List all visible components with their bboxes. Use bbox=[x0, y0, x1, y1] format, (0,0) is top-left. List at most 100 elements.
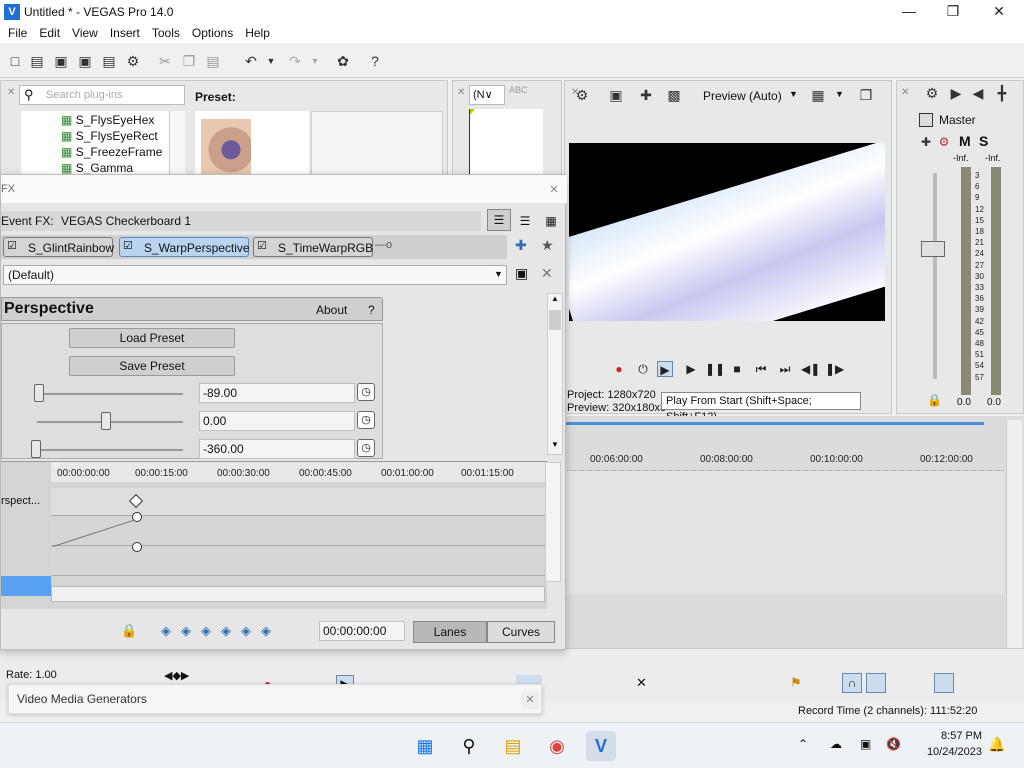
video-fx-icon[interactable]: ▩ bbox=[665, 86, 683, 104]
menu-view[interactable]: View bbox=[66, 24, 104, 43]
redo-dropdown-icon[interactable]: ▼ bbox=[306, 52, 324, 70]
master-select-icon[interactable] bbox=[919, 113, 933, 127]
vegas-taskbar-icon[interactable]: V bbox=[586, 731, 616, 761]
network-icon[interactable]: ☁ bbox=[830, 737, 842, 751]
keyframe-point[interactable] bbox=[132, 542, 142, 552]
plugin-item[interactable]: ▦ S_FlysEyeRect bbox=[61, 129, 158, 143]
plugin-search-input[interactable]: Search plug-ins bbox=[46, 89, 122, 101]
save-preset-button[interactable]: Save Preset bbox=[69, 356, 235, 376]
stop-button[interactable]: ■ bbox=[729, 361, 745, 377]
menu-tools[interactable]: Tools bbox=[146, 24, 186, 43]
cut-icon[interactable]: ✂ bbox=[156, 52, 174, 70]
delete-icon[interactable]: ✕ bbox=[636, 675, 647, 691]
auto-crossfade-icon[interactable] bbox=[866, 673, 886, 693]
param-slider-thumb[interactable] bbox=[33, 384, 44, 402]
go-to-start-button[interactable]: ⏮ bbox=[753, 361, 769, 377]
restore-button[interactable]: ❐ bbox=[930, 0, 976, 24]
volume-muted-icon[interactable]: 🔇 bbox=[886, 737, 901, 751]
checkbox-icon[interactable]: ☑ bbox=[257, 239, 267, 252]
checkbox-icon[interactable]: ☑ bbox=[7, 239, 17, 252]
lock-keyframes-icon[interactable]: 🔒 bbox=[121, 623, 137, 639]
new-icon[interactable]: □ bbox=[6, 52, 24, 70]
show-hidden-icons-icon[interactable]: ⌃ bbox=[798, 737, 808, 751]
chain-item-time-warp-rgb[interactable]: ☑ S_TimeWarpRGB bbox=[253, 237, 373, 257]
overlays-chevron-icon[interactable]: ▼ bbox=[835, 89, 844, 99]
start-windows-icon[interactable]: ▦ bbox=[410, 731, 440, 761]
param-slider-thumb[interactable] bbox=[31, 440, 41, 458]
keyframe-track-label[interactable]: rspect... bbox=[1, 488, 51, 516]
master-solo-button[interactable]: S bbox=[979, 133, 988, 149]
properties-gear-icon[interactable]: ⚙ bbox=[124, 52, 142, 70]
display-icon[interactable]: ▣ bbox=[860, 737, 871, 751]
trimmer-view[interactable] bbox=[469, 109, 543, 181]
copy-icon[interactable]: ❐ bbox=[180, 52, 198, 70]
plugin-help-button[interactable]: ? bbox=[368, 303, 375, 317]
lanes-button[interactable]: Lanes bbox=[413, 621, 487, 643]
param-value-field[interactable]: -360.00 bbox=[199, 439, 355, 459]
panel-close-icon[interactable]: ✕ bbox=[7, 87, 15, 98]
clock-date[interactable]: 10/24/2023 bbox=[912, 746, 982, 758]
save-as-icon[interactable]: ▣ bbox=[76, 52, 94, 70]
close-button[interactable]: ✕ bbox=[976, 0, 1022, 24]
minimize-button[interactable]: — bbox=[886, 0, 932, 24]
add-fx-icon[interactable]: ✚ bbox=[515, 237, 527, 254]
keyframe-horizontal-scrollbar[interactable] bbox=[51, 586, 545, 602]
dim-output-icon[interactable]: ◀ bbox=[969, 84, 987, 102]
master-mute-button[interactable]: M bbox=[959, 133, 971, 149]
plugin-vertical-scrollbar[interactable]: ▲ ▼ bbox=[547, 293, 563, 455]
animate-clock-icon[interactable]: ◷ bbox=[357, 411, 375, 429]
fader-lock-icon[interactable]: 🔒 bbox=[927, 393, 942, 407]
downmix-icon[interactable]: ▶ bbox=[947, 84, 965, 102]
curves-button[interactable]: Curves bbox=[487, 621, 555, 643]
trimmer-combo[interactable]: (N∨ bbox=[469, 85, 505, 105]
master-fx-gear-icon[interactable]: ⚙ bbox=[935, 133, 953, 151]
keyframe-lane[interactable] bbox=[51, 548, 545, 576]
keyframe-navigation-icons[interactable]: ◈◈◈◈◈◈ bbox=[161, 623, 281, 639]
plug-in-manager-icon[interactable]: ✿ bbox=[334, 52, 352, 70]
preset-dropdown[interactable]: (Default) ▼ bbox=[3, 265, 507, 285]
menu-help[interactable]: Help bbox=[239, 24, 276, 43]
plugin-item[interactable]: ▦ S_Gamma bbox=[61, 161, 133, 175]
chrome-icon[interactable]: ◉ bbox=[542, 731, 572, 761]
rate-slider-icon[interactable]: ◀◆▶ bbox=[164, 669, 189, 682]
plugin-search-box[interactable]: ⚲ Search plug-ins bbox=[19, 85, 185, 105]
undo-icon[interactable]: ↶ bbox=[242, 52, 260, 70]
keyframe-vertical-scrollbar[interactable] bbox=[545, 462, 561, 582]
save-icon[interactable]: ▣ bbox=[52, 52, 70, 70]
fx-plugin-chain-icon[interactable]: ★ bbox=[541, 237, 554, 254]
chain-item-warp-perspective[interactable]: ☑ S_WarpPerspective bbox=[119, 237, 250, 257]
animate-clock-icon[interactable]: ◷ bbox=[357, 383, 375, 401]
snapping-magnet-icon[interactable]: ∩ bbox=[842, 673, 862, 693]
preview-quality-chevron-icon[interactable]: ▼ bbox=[789, 89, 798, 99]
checkbox-icon[interactable]: ☑ bbox=[123, 239, 133, 252]
param-value-field[interactable]: -89.00 bbox=[199, 383, 355, 403]
file-explorer-icon[interactable]: ▤ bbox=[498, 731, 528, 761]
abc-icon[interactable]: ABC bbox=[509, 85, 528, 95]
keyframe-lane[interactable] bbox=[51, 488, 545, 516]
delete-preset-icon[interactable]: ✕ bbox=[541, 265, 553, 282]
master-fader-thumb[interactable] bbox=[921, 241, 945, 257]
render-icon[interactable]: ▤ bbox=[100, 52, 118, 70]
clock-time[interactable]: 8:57 PM bbox=[922, 730, 982, 742]
selected-track-label[interactable] bbox=[1, 576, 51, 596]
animate-clock-icon[interactable]: ◷ bbox=[357, 439, 375, 457]
chain-view-grid-icon[interactable]: ▦ bbox=[541, 211, 561, 231]
paste-icon[interactable]: ▤ bbox=[204, 52, 222, 70]
chain-view-list-icon[interactable]: ☰ bbox=[487, 209, 511, 231]
previous-frame-button[interactable]: ◀❚ bbox=[801, 361, 820, 377]
open-icon[interactable]: ▤ bbox=[28, 52, 46, 70]
plugin-item[interactable]: ▦ S_FlysEyeHex bbox=[61, 113, 154, 127]
timeline-tracks-area[interactable] bbox=[564, 470, 1004, 594]
master-properties-gear-icon[interactable]: ⚙ bbox=[923, 84, 941, 102]
menu-file[interactable]: File bbox=[2, 24, 33, 43]
preset-thumbnail[interactable] bbox=[195, 111, 309, 181]
next-frame-button[interactable]: ❚▶ bbox=[825, 361, 844, 377]
video-media-generators-window[interactable]: Video Media Generators ✕ bbox=[8, 684, 542, 714]
fx-close-icon[interactable]: ✕ bbox=[545, 181, 563, 199]
whats-this-help-icon[interactable]: ? bbox=[366, 52, 384, 70]
keyframe-timecode-field[interactable]: 00:00:00:00 bbox=[319, 621, 405, 641]
undo-dropdown-icon[interactable]: ▼ bbox=[262, 52, 280, 70]
marker-icon[interactable]: ⚑ bbox=[790, 675, 802, 691]
redo-icon[interactable]: ↷ bbox=[286, 52, 304, 70]
plugin-list-scrollbar[interactable] bbox=[169, 111, 185, 181]
